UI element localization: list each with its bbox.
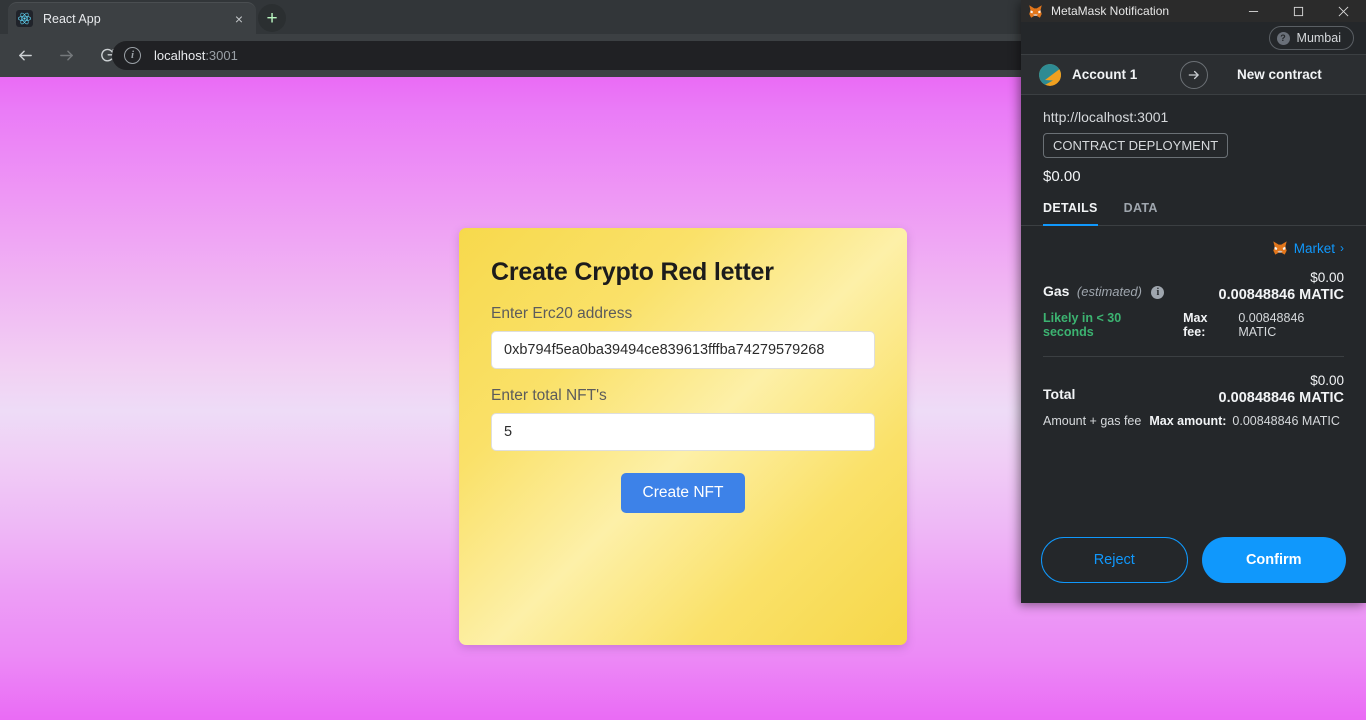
total-fiat-value: $0.00: [1310, 373, 1344, 388]
info-icon[interactable]: i: [124, 47, 141, 64]
market-link[interactable]: Market ›: [1043, 240, 1344, 256]
address-port: :3001: [205, 48, 238, 63]
metamask-footer: Reject Confirm: [1021, 521, 1366, 603]
tab-title: React App: [43, 11, 101, 26]
total-sub-row: Amount + gas fee Max amount: 0.00848846 …: [1043, 414, 1344, 428]
origin-block: http://localhost:3001 CONTRACT DEPLOYMEN…: [1021, 95, 1366, 195]
total-block: Total $0.00 0.00848846 MATIC Amount + ga…: [1043, 373, 1344, 428]
gas-speed-text: Likely in < 30 seconds: [1043, 311, 1122, 339]
react-icon: [16, 10, 33, 27]
gas-fiat-value: $0.00: [1310, 270, 1344, 285]
metamask-fox-icon: [1028, 4, 1043, 19]
total-values: $0.00 0.00848846 MATIC: [1219, 373, 1344, 406]
tab-data[interactable]: DATA: [1124, 195, 1158, 226]
erc20-address-label: Enter Erc20 address: [491, 305, 633, 322]
chevron-right-icon: ›: [1340, 241, 1344, 255]
max-amount-value: 0.00848846 MATIC: [1232, 414, 1340, 428]
gas-values: $0.00 0.00848846 MATIC: [1219, 270, 1344, 303]
total-nfts-label: Enter total NFT's: [491, 387, 607, 404]
account-name: Account 1: [1072, 67, 1138, 82]
total-native-value: 0.00848846 MATIC: [1218, 390, 1344, 406]
browser-tab[interactable]: React App ×: [8, 2, 256, 34]
metamask-fox-icon: [1272, 240, 1288, 256]
create-nft-card: Create Crypto Red letter Enter Erc20 add…: [459, 228, 907, 645]
gas-estimated-note: (estimated): [1076, 284, 1142, 299]
max-amount-label: Max amount:: [1149, 414, 1227, 428]
reject-button[interactable]: Reject: [1041, 537, 1188, 583]
page-title: Create Crypto Red letter: [491, 258, 774, 286]
network-badge-icon: ?: [1276, 31, 1290, 45]
create-nft-button[interactable]: Create NFT: [620, 473, 746, 513]
minimize-icon[interactable]: [1231, 0, 1276, 22]
tab-details[interactable]: DETAILS: [1043, 195, 1098, 226]
network-row: ? Mumbai: [1021, 22, 1366, 54]
forward-icon: [50, 40, 82, 72]
market-label: Market: [1293, 240, 1335, 256]
close-icon[interactable]: [1321, 0, 1366, 22]
address-bar-url: localhost:3001: [154, 48, 238, 63]
gas-label: Gas: [1043, 283, 1070, 299]
metamask-titlebar: MetaMask Notification: [1021, 0, 1366, 22]
max-fee-value: 0.00848846 MATIC: [1238, 311, 1305, 339]
divider: [1043, 356, 1344, 357]
network-name: Mumbai: [1296, 31, 1341, 45]
info-icon[interactable]: i: [1151, 286, 1165, 299]
metamask-window-title: MetaMask Notification: [1051, 4, 1170, 18]
gas-native-value: 0.00848846 MATIC: [1218, 287, 1344, 303]
total-description: Amount + gas fee: [1043, 414, 1142, 428]
transaction-type-badge: CONTRACT DEPLOYMENT: [1043, 133, 1229, 158]
gas-fee-block: Gas (estimated) i $0.00 0.00848846 MATIC…: [1043, 270, 1344, 339]
total-nfts-field-group: Enter total NFT's: [491, 387, 875, 451]
new-tab-button[interactable]: +: [258, 4, 286, 32]
network-selector[interactable]: ? Mumbai: [1268, 26, 1354, 50]
metamask-tabs: DETAILS DATA: [1021, 195, 1366, 226]
arrow-right-icon: [1179, 60, 1208, 89]
transaction-amount: $0.00: [1043, 168, 1081, 185]
gas-speed-row: Likely in < 30 seconds Max fee: 0.008488…: [1043, 311, 1344, 339]
gas-label-group: Gas (estimated) i: [1043, 283, 1165, 303]
erc20-address-field-group: Enter Erc20 address: [491, 305, 875, 369]
avatar: [1039, 63, 1061, 86]
origin-url: http://localhost:3001: [1043, 109, 1169, 125]
recipient-name: New contract: [1237, 67, 1322, 82]
details-panel: Market › Gas (estimated) i $0.00 0.00848…: [1021, 226, 1366, 521]
address-host: localhost: [154, 48, 206, 63]
total-nfts-input[interactable]: [491, 413, 875, 451]
account-row: Account 1 New contract: [1021, 54, 1366, 95]
max-fee-label: Max fee:: [1183, 311, 1208, 339]
metamask-notification-window: MetaMask Notification ? Mumbai Account 1: [1021, 0, 1366, 603]
close-icon[interactable]: ×: [230, 10, 248, 28]
total-label-group: Total: [1043, 386, 1075, 406]
maximize-icon[interactable]: [1276, 0, 1321, 22]
confirm-button[interactable]: Confirm: [1201, 537, 1346, 583]
back-icon[interactable]: [9, 40, 41, 72]
total-label: Total: [1043, 386, 1076, 402]
erc20-address-input[interactable]: [491, 331, 875, 369]
